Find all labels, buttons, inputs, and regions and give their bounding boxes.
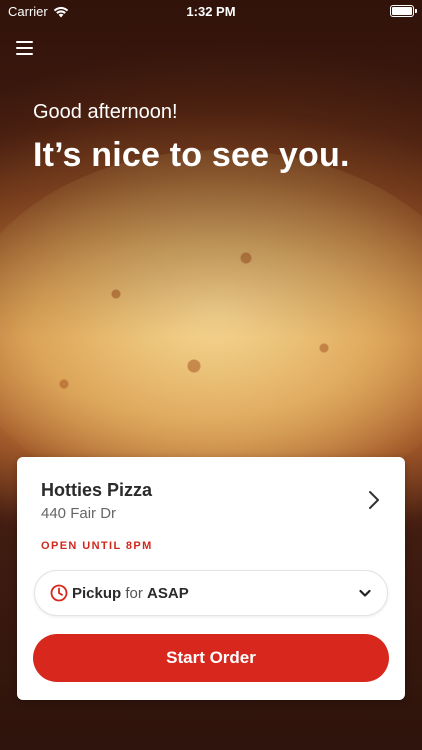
hours-status-badge: OPEN UNTIL 8PM (41, 540, 153, 552)
hamburger-menu-icon[interactable] (14, 38, 36, 58)
status-bar: Carrier 1:32 PM (0, 0, 422, 24)
chevron-down-icon (359, 589, 371, 597)
greeting-text: Good afternoon! (33, 101, 178, 123)
clock-icon (50, 584, 68, 602)
status-time: 1:32 PM (186, 4, 236, 19)
store-card: Hotties Pizza 440 Fair Dr OPEN UNTIL 8PM… (17, 457, 405, 700)
battery-icon (390, 5, 417, 17)
order-type-label: Pickup (72, 585, 122, 602)
order-type-selector[interactable]: Pickup for ASAP (34, 570, 388, 616)
store-address: 440 Fair Dr (41, 505, 117, 522)
store-name[interactable]: Hotties Pizza (41, 480, 152, 501)
order-connector: for (125, 585, 143, 602)
welcome-headline: It’s nice to see you. (33, 136, 350, 174)
start-order-button[interactable]: Start Order (33, 634, 389, 682)
order-time-label: ASAP (147, 585, 189, 602)
chevron-right-icon[interactable] (367, 490, 381, 510)
